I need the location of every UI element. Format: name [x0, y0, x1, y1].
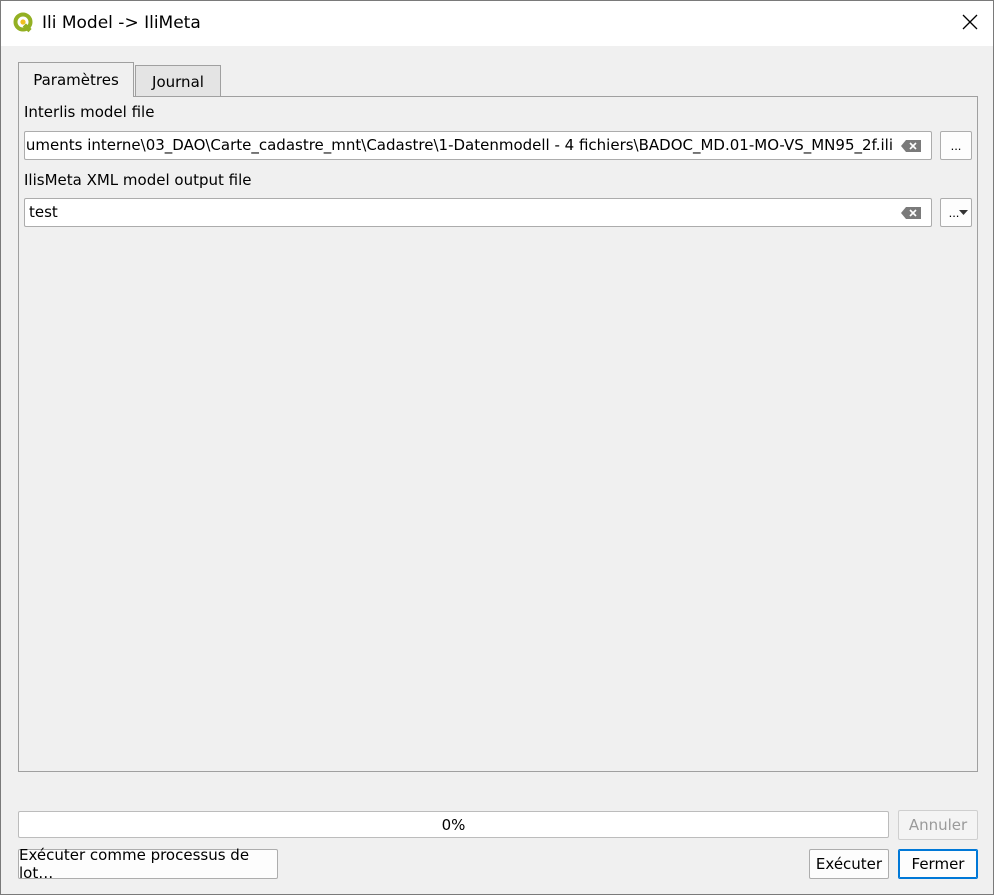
dialog-window: Ili Model -> IliMeta Paramètres Journal …	[0, 0, 994, 895]
close-icon	[962, 14, 978, 34]
clear-output-file-icon[interactable]	[900, 206, 922, 220]
model-file-value: Documents interne\03_DAO\Carte_cadastre_…	[24, 136, 893, 154]
clear-model-file-icon[interactable]	[900, 139, 922, 153]
tab-parametres[interactable]: Paramètres	[18, 62, 134, 97]
qgis-logo-icon	[13, 12, 35, 34]
model-file-label: Interlis model file	[24, 103, 155, 121]
batch-process-button[interactable]: Exécuter comme processus de lot…	[18, 846, 278, 882]
progress-text: 0%	[441, 815, 466, 834]
title-bar: Ili Model -> IliMeta	[1, 1, 993, 46]
tab-journal[interactable]: Journal	[135, 65, 221, 97]
browse-model-file-button[interactable]: ...	[940, 131, 972, 160]
browse-output-file-label: ...	[948, 205, 960, 220]
dropdown-arrow-icon	[959, 204, 968, 219]
output-file-input[interactable]: test	[24, 198, 932, 227]
close-window-button[interactable]	[947, 1, 993, 46]
browse-output-file-button[interactable]: ...	[940, 198, 972, 227]
cancel-button[interactable]: Annuler	[898, 810, 978, 840]
close-button[interactable]: Fermer	[898, 849, 978, 879]
run-button[interactable]: Exécuter	[809, 849, 889, 879]
output-file-label: IlisMeta XML model output file	[24, 171, 252, 189]
progress-bar: 0%	[18, 811, 889, 838]
model-file-input[interactable]: Documents interne\03_DAO\Carte_cadastre_…	[24, 131, 932, 160]
window-title: Ili Model -> IliMeta	[42, 13, 201, 33]
